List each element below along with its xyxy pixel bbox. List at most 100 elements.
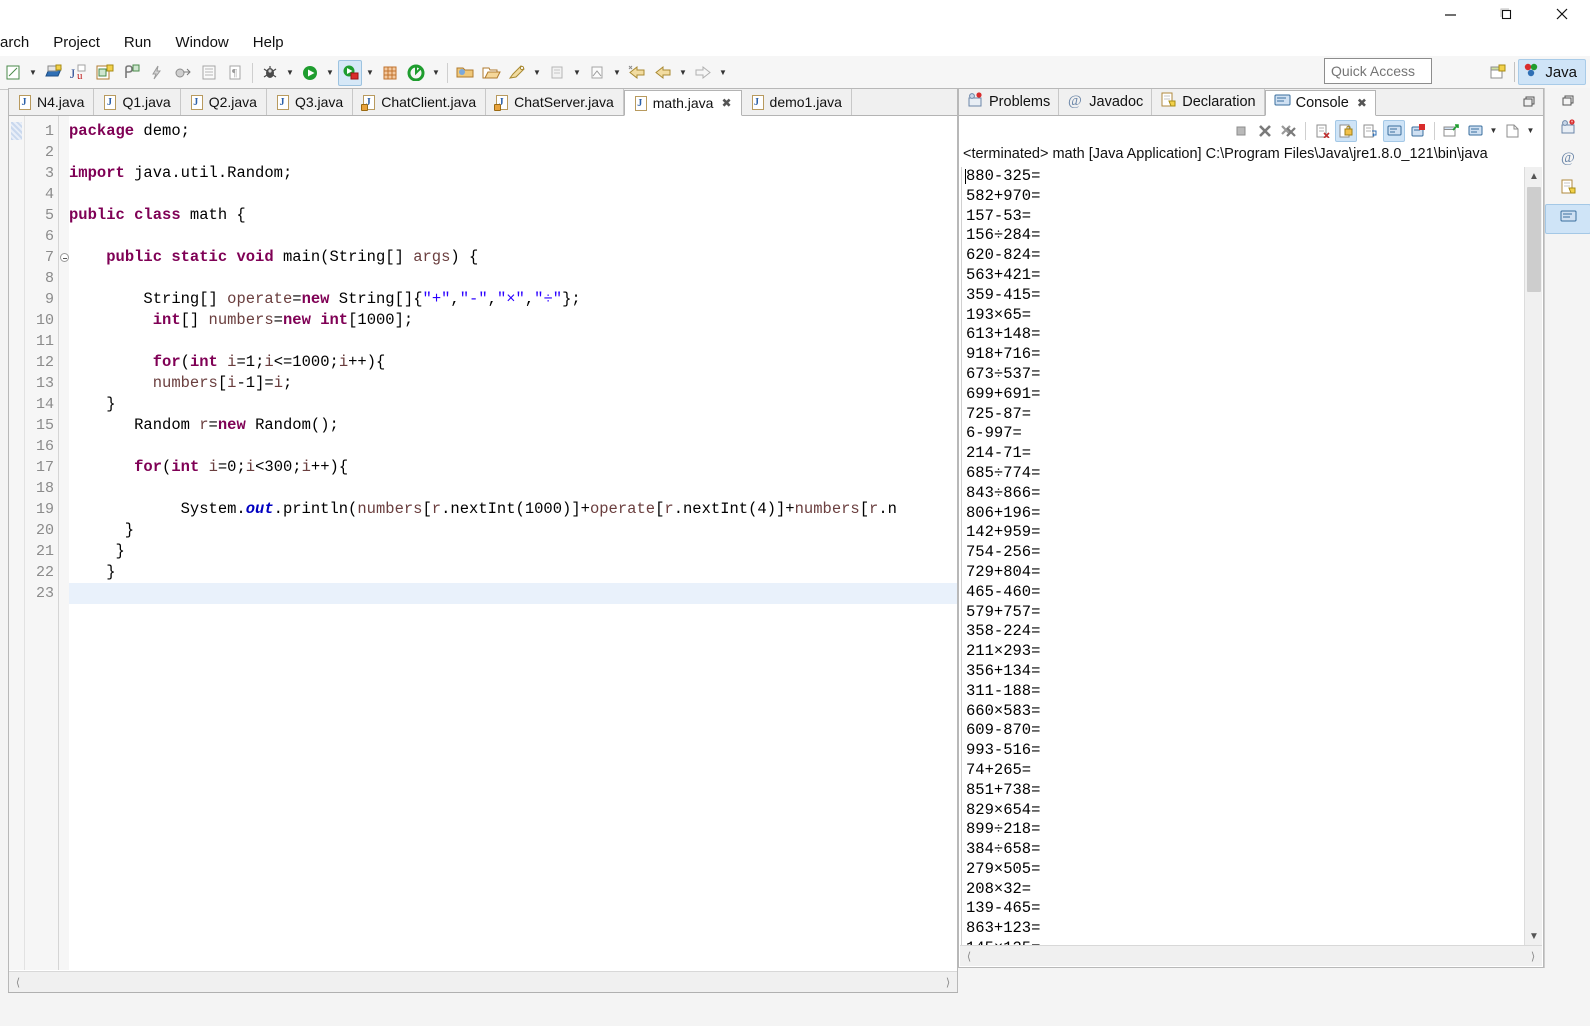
view-tab-javadoc[interactable]: @Javadoc — [1059, 89, 1152, 115]
view-tab-problems[interactable]: Problems — [959, 89, 1059, 115]
fold-collapse-icon[interactable] — [60, 253, 69, 262]
editor-tab-math-java[interactable]: Jmath.java✖ — [624, 90, 742, 116]
fast-view-console[interactable] — [1545, 204, 1590, 234]
fast-view-javadoc[interactable]: @ — [1545, 144, 1590, 174]
skip-breakpoints-icon[interactable] — [171, 60, 195, 86]
view-tab-console[interactable]: Console✖ — [1265, 90, 1376, 116]
scroll-up-icon[interactable]: ▲ — [1525, 167, 1543, 185]
terminate-icon[interactable] — [1230, 120, 1252, 142]
scroll-right-icon[interactable]: ⟩ — [939, 976, 957, 989]
minimize-button[interactable] — [1422, 0, 1478, 28]
restore-panel-icon[interactable] — [1545, 88, 1590, 114]
run-last-tool-dropdown[interactable] — [363, 60, 377, 86]
code-token: <300; — [255, 458, 302, 476]
search-dropdown[interactable] — [530, 60, 544, 86]
maximize-restore-button[interactable] — [1478, 0, 1534, 28]
open-task-icon[interactable] — [197, 60, 221, 86]
coverage-icon[interactable] — [404, 60, 428, 86]
scroll-lock-icon[interactable] — [1335, 120, 1357, 142]
console-output-line: 829×654= — [962, 801, 1521, 821]
console-output[interactable]: 880-325=582+970=157-53=156÷284=620-824=5… — [961, 167, 1521, 945]
menu-run[interactable]: Run — [112, 32, 164, 53]
open-perspective-icon[interactable] — [1485, 59, 1511, 85]
new-java-package-icon[interactable] — [93, 60, 117, 86]
perspective-java-button[interactable]: Java — [1518, 59, 1586, 85]
show-console-on-error-icon[interactable] — [1407, 120, 1429, 142]
toggle-mark-occurrences-icon[interactable]: ¶ — [223, 60, 247, 86]
remove-all-terminated-icon[interactable] — [1278, 120, 1300, 142]
menu-project[interactable]: Project — [41, 32, 112, 53]
editor-tab-chatserver-java[interactable]: JChatServer.java — [486, 89, 624, 115]
open-console-dropdown[interactable] — [1524, 120, 1537, 142]
previous-edit-dropdown[interactable] — [610, 60, 624, 86]
scroll-left-icon[interactable]: ⟨ — [9, 976, 27, 989]
console-horizontal-scrollbar[interactable]: ⟨ ⟩ — [960, 945, 1542, 966]
editor-tab-chatclient-java[interactable]: JChatClient.java — [353, 89, 486, 115]
editor-horizontal-scrollbar[interactable]: ⟨ ⟩ — [9, 971, 957, 992]
save-icon[interactable] — [41, 60, 65, 86]
remove-launch-icon[interactable] — [1254, 120, 1276, 142]
console-output-line: 74+265= — [962, 761, 1521, 781]
debug-icon[interactable] — [258, 60, 282, 86]
external-tools-icon[interactable] — [378, 60, 402, 86]
junit-icon[interactable]: Ju — [67, 60, 91, 86]
coverage-dropdown[interactable] — [429, 60, 443, 86]
line-number: 5 — [45, 205, 54, 226]
open-type-icon[interactable] — [479, 60, 503, 86]
new-java-project-icon[interactable] — [453, 60, 477, 86]
new-wizard-dropdown[interactable] — [26, 60, 40, 86]
declaration-icon — [1560, 179, 1577, 200]
fast-view-declaration[interactable] — [1545, 174, 1590, 204]
code-text-area[interactable]: package demo;import java.util.Random;pub… — [69, 116, 957, 970]
forward-icon[interactable] — [691, 60, 715, 86]
menu-window[interactable]: Window — [163, 32, 240, 53]
menu-help[interactable]: Help — [241, 32, 296, 53]
scrollbar-thumb[interactable] — [1527, 187, 1541, 292]
quick-access-input[interactable] — [1324, 58, 1432, 84]
open-console-icon[interactable] — [1501, 120, 1523, 142]
editor-tab-n4-java[interactable]: JN4.java — [9, 89, 94, 115]
back-dropdown[interactable] — [676, 60, 690, 86]
view-tab-declaration[interactable]: Declaration — [1152, 89, 1264, 115]
search-icon[interactable] — [505, 60, 529, 86]
console-scroll-left-icon[interactable]: ⟨ — [960, 950, 978, 963]
console-scroll-right-icon[interactable]: ⟩ — [1524, 950, 1542, 963]
run-last-tool-icon[interactable] — [338, 60, 362, 86]
editor-tab-q3-java[interactable]: JQ3.java — [267, 89, 353, 115]
code-editor[interactable]: 1234567891011121314151617181920212223 pa… — [9, 116, 957, 992]
editor-tab-demo1-java[interactable]: Jdemo1.java — [742, 89, 852, 115]
next-annotation-icon[interactable] — [545, 60, 569, 86]
new-wizard-icon[interactable] — [1, 60, 25, 86]
scroll-down-icon[interactable]: ▼ — [1525, 927, 1543, 945]
back-icon[interactable] — [625, 60, 649, 86]
editor-tab-q2-java[interactable]: JQ2.java — [181, 89, 267, 115]
run-icon[interactable] — [298, 60, 322, 86]
previous-edit-icon[interactable] — [585, 60, 609, 86]
console-vertical-scrollbar[interactable]: ▲ ▼ — [1524, 167, 1542, 945]
menu-search[interactable]: arch — [0, 32, 41, 53]
marker-column[interactable] — [9, 116, 25, 970]
console-toolbar-separator-2 — [1434, 122, 1435, 140]
close-button[interactable] — [1534, 0, 1590, 28]
run-dropdown[interactable] — [323, 60, 337, 86]
build-icon[interactable] — [145, 60, 169, 86]
next-annotation-dropdown[interactable] — [570, 60, 584, 86]
maximize-view-icon[interactable] — [1521, 94, 1537, 110]
fast-view-problems[interactable] — [1545, 114, 1590, 144]
back-nav-icon[interactable] — [651, 60, 675, 86]
code-line: } — [69, 520, 957, 541]
debug-dropdown[interactable] — [283, 60, 297, 86]
new-annotation-icon[interactable] — [119, 60, 143, 86]
pin-console-icon[interactable] — [1440, 120, 1462, 142]
display-selected-console-icon[interactable] — [1464, 120, 1486, 142]
display-selected-console-dropdown[interactable] — [1487, 120, 1500, 142]
show-console-on-output-icon[interactable] — [1383, 120, 1405, 142]
folding-column[interactable] — [59, 116, 69, 970]
word-wrap-icon[interactable] — [1359, 120, 1381, 142]
console-output-line: 579+757= — [962, 603, 1521, 623]
clear-console-icon[interactable] — [1311, 120, 1333, 142]
forward-dropdown[interactable] — [716, 60, 730, 86]
view-tab-close-icon[interactable]: ✖ — [1357, 96, 1367, 110]
editor-tab-q1-java[interactable]: JQ1.java — [94, 89, 180, 115]
editor-tab-close-icon[interactable]: ✖ — [721, 96, 731, 110]
